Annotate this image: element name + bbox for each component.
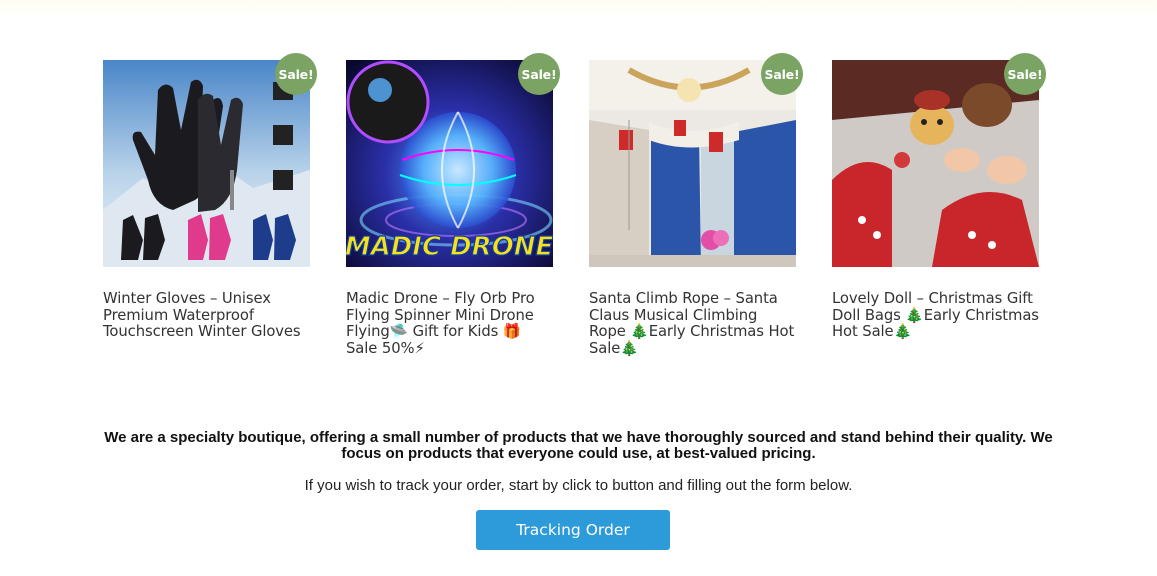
sale-badge: Sale!: [518, 53, 560, 95]
product-card[interactable]: Sale! Lovely Doll – Christmas Gift Doll …: [832, 53, 1046, 357]
about-text: We are a specialty boutique, offering a …: [104, 429, 1053, 462]
product-card[interactable]: Sale! Winter Gloves – Unisex Premium Wat…: [103, 53, 317, 357]
product-card[interactable]: MADIC DRONE Sale! Madic Drone – Fly Orb …: [346, 53, 560, 357]
product-card[interactable]: Sale! Santa Climb Rope – Santa Claus Mus…: [589, 53, 803, 357]
sale-badge: Sale!: [275, 53, 317, 95]
product-title[interactable]: Madic Drone – Fly Orb Pro Flying Spinner…: [346, 290, 553, 357]
product-image-drone[interactable]: MADIC DRONE: [346, 60, 553, 267]
sale-badge: Sale!: [1004, 53, 1046, 95]
page: Sale! Winter Gloves – Unisex Premium Wat…: [0, 0, 1157, 576]
tracking-order-button[interactable]: Tracking Order: [476, 510, 670, 550]
product-title[interactable]: Winter Gloves – Unisex Premium Waterproo…: [103, 290, 310, 341]
drone-image-text: MADIC DRONE: [346, 232, 553, 262]
product-image-santa-rope[interactable]: [589, 60, 796, 267]
product-title[interactable]: Santa Climb Rope – Santa Claus Musical C…: [589, 290, 796, 357]
product-grid: Sale! Winter Gloves – Unisex Premium Wat…: [103, 53, 1046, 357]
product-image-gloves[interactable]: [103, 60, 310, 267]
product-image-doll[interactable]: [832, 60, 1039, 267]
product-title[interactable]: Lovely Doll – Christmas Gift Doll Bags 🎄…: [832, 290, 1039, 341]
sale-badge: Sale!: [761, 53, 803, 95]
track-order-instructions: If you wish to track your order, start b…: [304, 477, 853, 494]
